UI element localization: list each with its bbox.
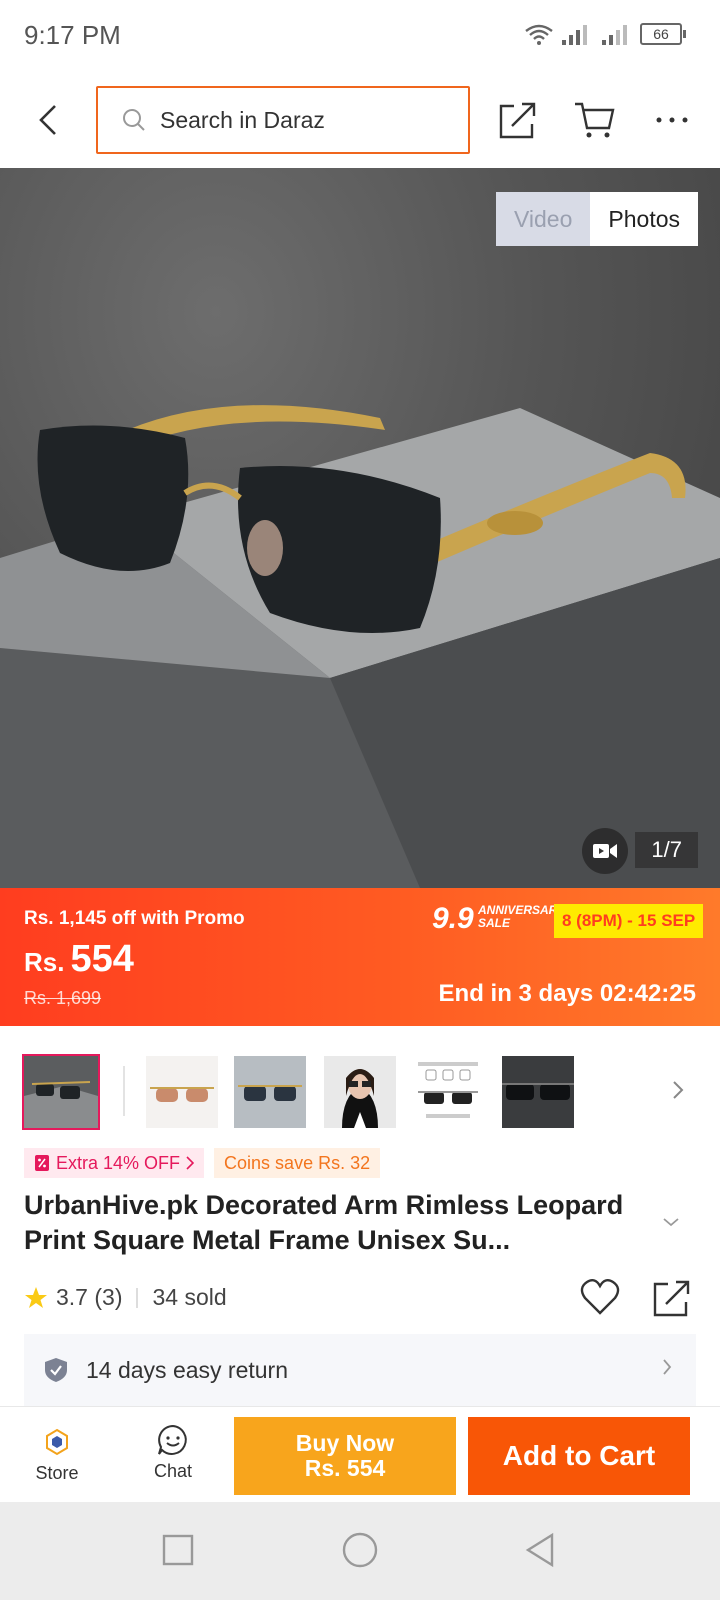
thumbnail-image: [324, 1056, 396, 1128]
sale-countdown: End in 3 days 02:42:25: [438, 980, 696, 1007]
rating-row[interactable]: 3.7 (3) 34 sold: [24, 1284, 227, 1311]
search-icon: [123, 109, 145, 131]
back-button[interactable]: [28, 98, 68, 142]
chevron-right-icon: [673, 1081, 684, 1099]
search-input[interactable]: Search in Daraz: [96, 86, 470, 154]
price: Rs. 554: [24, 938, 134, 981]
sale-dates-badge: 8 (8PM) - 15 SEP: [554, 904, 704, 938]
thumbnail-5[interactable]: [412, 1056, 484, 1128]
extra-discount-label: Extra 14% OFF: [56, 1152, 181, 1173]
promo-tags: Extra 14% OFF Coins save Rs. 32: [24, 1148, 381, 1178]
thumbnail-1[interactable]: [22, 1054, 100, 1130]
more-button[interactable]: [650, 98, 694, 142]
chevron-right-icon: [186, 1156, 195, 1170]
store-logo-icon: [46, 1428, 68, 1456]
voucher-icon: [35, 1155, 49, 1171]
thumbnail-6[interactable]: [502, 1056, 574, 1128]
thumbnail-3[interactable]: [234, 1056, 306, 1128]
share-icon: [653, 1280, 690, 1317]
thumbnail-image: [412, 1056, 484, 1128]
image-page-counter: 1/7: [635, 832, 698, 868]
star-icon: [25, 1286, 47, 1308]
status-icons: 66: [524, 22, 686, 46]
price-amount: 554: [70, 938, 134, 980]
thumbnail-4[interactable]: [324, 1056, 396, 1128]
cart-icon: [575, 102, 615, 138]
video-tab[interactable]: Video: [495, 192, 591, 246]
sold-count: 34 sold: [152, 1284, 227, 1310]
triangle-back-icon: [525, 1532, 554, 1568]
sale-campaign-label: ANNIVERSARY SALE: [478, 903, 565, 930]
store-button[interactable]: Store: [26, 1427, 88, 1484]
product-image-gallery[interactable]: Video Photos 1/7: [0, 168, 720, 888]
store-label: Store: [35, 1463, 79, 1483]
bottom-action-bar: Store Chat Buy Now Rs. 554 Add to Cart: [0, 1406, 720, 1502]
thumbnail-strip: [0, 1044, 720, 1130]
buy-now-label: Buy Now: [295, 1430, 395, 1456]
battery-icon: 66: [640, 23, 686, 45]
media-toggle: Video Photos: [495, 192, 698, 246]
thumbnail-image: [234, 1056, 306, 1128]
shield-check-icon: [45, 1358, 67, 1382]
thumbnail-image: [146, 1056, 218, 1128]
signal-icon-2: [602, 25, 627, 45]
heart-icon: [580, 1279, 620, 1315]
product-image: [0, 405, 720, 888]
square-icon: [162, 1534, 194, 1566]
system-nav-bar: [0, 1502, 720, 1600]
video-button[interactable]: [582, 828, 628, 874]
buy-now-button[interactable]: Buy Now Rs. 554: [234, 1417, 456, 1495]
circle-icon: [342, 1532, 378, 1568]
thumbnails-next-button[interactable]: [672, 1080, 684, 1105]
thumbnail-divider: [123, 1066, 125, 1116]
rating-value: 3.7 (3): [56, 1284, 123, 1310]
home-button[interactable]: [340, 1530, 380, 1570]
signal-icon: [562, 25, 587, 45]
video-camera-icon: [593, 844, 617, 858]
return-policy-label: 14 days easy return: [86, 1356, 289, 1383]
sale-campaign-number: 9.9: [432, 902, 474, 935]
thumbnail-image: [24, 1056, 98, 1128]
wishlist-button[interactable]: [580, 1278, 620, 1318]
more-icon: [656, 117, 688, 123]
promo-price-banner: Rs. 1,145 off with Promo Rs. 554 Rs. 1,69…: [0, 888, 720, 1026]
chat-icon: [158, 1424, 187, 1455]
chevron-right-icon: [663, 1359, 672, 1375]
thumbnail-2[interactable]: [146, 1056, 218, 1128]
search-placeholder: Search in Daraz: [160, 106, 325, 133]
product-title: UrbanHive.pk Decorated Arm Rimless Leopa…: [24, 1190, 624, 1255]
share-button[interactable]: [496, 98, 540, 142]
chevron-down-icon: [663, 1218, 679, 1227]
share-product-button[interactable]: [652, 1278, 692, 1318]
original-price: Rs. 1,699: [24, 988, 102, 1008]
chat-button[interactable]: Chat: [142, 1423, 204, 1482]
price-currency: Rs.: [24, 947, 65, 977]
back-nav-button[interactable]: [520, 1530, 560, 1570]
cart-button[interactable]: [572, 98, 616, 142]
add-to-cart-button[interactable]: Add to Cart: [468, 1417, 690, 1495]
photos-tab[interactable]: Photos: [590, 192, 698, 246]
extra-discount-tag[interactable]: Extra 14% OFF: [24, 1148, 205, 1178]
coins-tag[interactable]: Coins save Rs. 32: [214, 1148, 381, 1178]
thumbnail-image: [502, 1056, 574, 1128]
recent-apps-button[interactable]: [158, 1530, 198, 1570]
back-icon: [39, 105, 56, 135]
chat-label: Chat: [153, 1461, 193, 1481]
promo-discount-text: Rs. 1,145 off with Promo: [24, 908, 245, 929]
buy-now-price: Rs. 554: [304, 1455, 386, 1481]
wifi-icon: [525, 24, 553, 45]
status-bar: 9:17 PM 66: [0, 0, 720, 72]
share-icon: [499, 102, 536, 139]
status-time: 9:17 PM: [24, 20, 121, 50]
rating-divider: [136, 1287, 139, 1308]
expand-title-button[interactable]: [662, 1214, 680, 1232]
return-policy-row[interactable]: 14 days easy return: [24, 1334, 696, 1406]
top-nav: Search in Daraz: [0, 72, 720, 168]
